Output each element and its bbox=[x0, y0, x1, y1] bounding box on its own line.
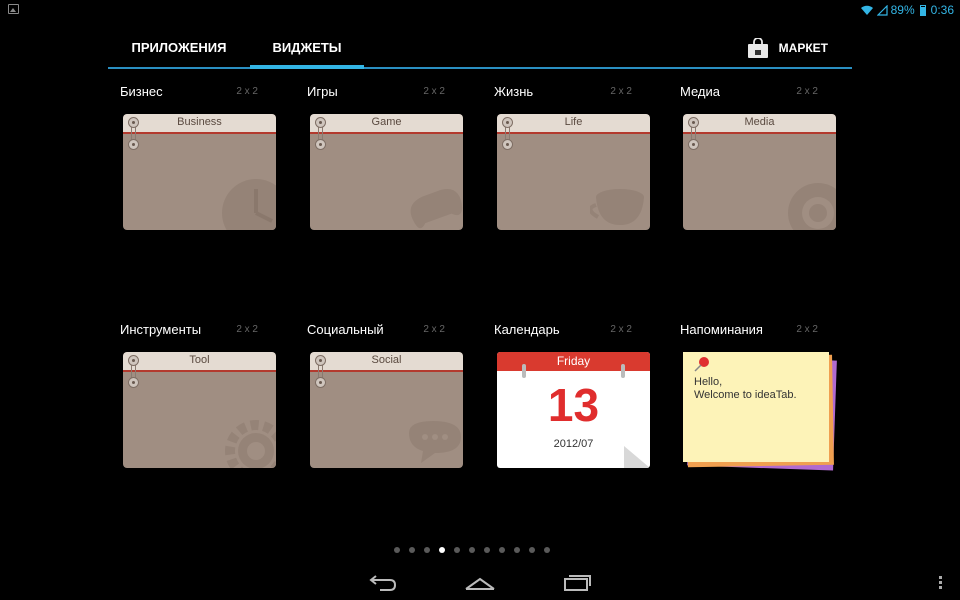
note-line: Hello, bbox=[694, 376, 723, 388]
widget-label: Бизнес bbox=[120, 84, 163, 99]
page-dot bbox=[499, 547, 505, 553]
disc-icon bbox=[788, 183, 836, 230]
calendar-ring bbox=[621, 364, 625, 378]
gear-icon bbox=[225, 420, 276, 468]
widget-size: 2 x 2 bbox=[796, 86, 818, 97]
widget-preview[interactable]: Media bbox=[683, 114, 836, 230]
widget-size: 2 x 2 bbox=[423, 324, 445, 335]
folder-title: Tool bbox=[189, 354, 210, 366]
widget-size: 2 x 2 bbox=[236, 86, 258, 97]
widget-size: 2 x 2 bbox=[796, 324, 818, 335]
home-icon[interactable] bbox=[464, 571, 496, 593]
shopping-bag-icon bbox=[747, 37, 768, 58]
widget-label: Инструменты bbox=[120, 322, 202, 337]
folder-title: Social bbox=[371, 354, 402, 366]
widget-preview[interactable]: Life bbox=[497, 114, 650, 230]
widget-preview[interactable]: Hello, Welcome to ideaTab. bbox=[683, 352, 837, 471]
back-icon[interactable] bbox=[368, 571, 398, 593]
calendar-weekday: Friday bbox=[497, 352, 650, 371]
tab-apps[interactable]: ПРИЛОЖЕНИЯ bbox=[108, 28, 250, 67]
cup-icon bbox=[590, 189, 644, 225]
widget-size: 2 x 2 bbox=[610, 324, 632, 335]
widget-label: Календарь bbox=[494, 322, 560, 337]
note-text: Hello, Welcome to ideaTab. bbox=[694, 376, 797, 402]
folder-card: Game bbox=[310, 114, 463, 230]
widget-preview[interactable]: Game bbox=[310, 114, 463, 230]
page-dot bbox=[514, 547, 520, 553]
note-line: Welcome to ideaTab. bbox=[694, 389, 797, 401]
clock: 0:36 bbox=[930, 3, 954, 17]
pushpin-icon bbox=[694, 357, 709, 372]
folder-title: Life bbox=[564, 116, 583, 128]
recent-apps-icon[interactable] bbox=[562, 571, 592, 593]
folder-card: Life bbox=[497, 114, 650, 230]
page-dot bbox=[484, 547, 490, 553]
widget-preview[interactable]: Social bbox=[310, 352, 463, 468]
page-dot bbox=[544, 547, 550, 553]
folder-title: Game bbox=[371, 116, 402, 128]
market-label: МАРКЕТ bbox=[778, 40, 828, 55]
calendar-preview: Friday 13 2012/07 bbox=[497, 352, 650, 468]
page-dot bbox=[424, 547, 430, 553]
gallery-notification-icon bbox=[8, 4, 19, 14]
page-dot bbox=[529, 547, 535, 553]
widget-size: 2 x 2 bbox=[423, 86, 445, 97]
page-dot bbox=[454, 547, 460, 553]
widget-label: Социальный bbox=[307, 322, 384, 337]
page-curl bbox=[624, 446, 650, 468]
page-dot-active bbox=[439, 547, 445, 553]
folder-title: Media bbox=[744, 116, 775, 128]
navigation-bar bbox=[0, 566, 960, 600]
calendar-ring bbox=[522, 364, 526, 378]
calendar-day: 13 bbox=[547, 379, 600, 431]
status-bar: 89% 0:36 bbox=[0, 0, 960, 20]
widget-preview[interactable]: Business bbox=[123, 114, 276, 230]
widget-size: 2 x 2 bbox=[610, 86, 632, 97]
market-button[interactable]: МАРКЕТ bbox=[747, 28, 828, 67]
page-indicator bbox=[394, 547, 550, 553]
gamepad-icon bbox=[410, 189, 463, 229]
page-dot bbox=[469, 547, 475, 553]
widget-preview[interactable]: Tool bbox=[123, 352, 276, 468]
overflow-menu-icon[interactable] bbox=[939, 576, 942, 591]
widget-preview[interactable]: Friday 13 2012/07 bbox=[497, 352, 650, 468]
widget-label: Игры bbox=[307, 84, 338, 99]
clock-icon bbox=[222, 179, 276, 230]
widget-label: Медиа bbox=[680, 84, 720, 99]
sticky-note: Hello, Welcome to ideaTab. bbox=[683, 352, 829, 462]
folder-card: Tool bbox=[123, 352, 276, 468]
widget-label: Напоминания bbox=[680, 322, 763, 337]
chat-bubble-icon bbox=[409, 421, 461, 463]
page-dot bbox=[409, 547, 415, 553]
folder-title: Business bbox=[177, 116, 222, 128]
tab-bar: ПРИЛОЖЕНИЯ ВИДЖЕТЫ МАРКЕТ bbox=[108, 28, 852, 69]
folder-card: Business bbox=[123, 114, 276, 230]
page-dot bbox=[394, 547, 400, 553]
tab-widgets[interactable]: ВИДЖЕТЫ bbox=[250, 28, 364, 69]
battery-icon bbox=[919, 4, 926, 16]
folder-card: Social bbox=[310, 352, 463, 468]
wifi-icon bbox=[860, 5, 873, 15]
widget-label: Жизнь bbox=[494, 84, 534, 99]
signal-icon bbox=[876, 4, 888, 16]
battery-percent: 89% bbox=[890, 3, 915, 17]
status-icons: 89% 0:36 bbox=[860, 2, 954, 18]
widget-size: 2 x 2 bbox=[236, 324, 258, 335]
folder-card: Media bbox=[683, 114, 836, 230]
